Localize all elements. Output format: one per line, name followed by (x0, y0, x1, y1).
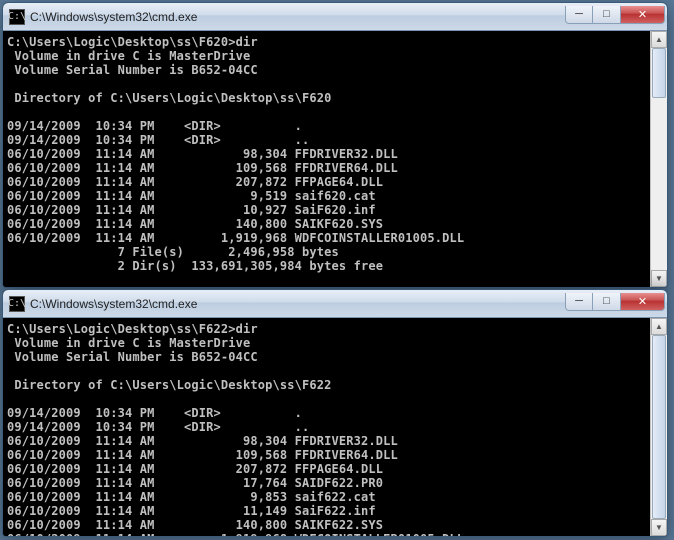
scroll-track[interactable] (651, 335, 667, 519)
cmd-window-2: C:\ C:\Windows\system32\cmd.exe ─ □ ✕ C:… (2, 289, 668, 537)
titlebar-1[interactable]: C:\ C:\Windows\system32\cmd.exe ─ □ ✕ (3, 3, 667, 31)
scroll-thumb[interactable] (652, 48, 666, 98)
close-button[interactable]: ✕ (621, 293, 665, 311)
scroll-down-icon[interactable]: ▼ (651, 270, 667, 287)
scroll-up-icon[interactable]: ▲ (651, 318, 667, 335)
window-controls-2: ─ □ ✕ (565, 297, 665, 311)
scrollbar-2[interactable]: ▲ ▼ (650, 318, 667, 536)
maximize-button[interactable]: □ (593, 6, 621, 24)
cmd-icon: C:\ (9, 9, 25, 25)
maximize-button[interactable]: □ (593, 293, 621, 311)
close-button[interactable]: ✕ (621, 6, 665, 24)
cmd-icon: C:\ (9, 296, 25, 312)
window-title-1: C:\Windows\system32\cmd.exe (30, 10, 565, 24)
titlebar-2[interactable]: C:\ C:\Windows\system32\cmd.exe ─ □ ✕ (3, 290, 667, 318)
console-output-1[interactable]: C:\Users\Logic\Desktop\ss\F620>dir Volum… (3, 31, 667, 287)
scroll-down-icon[interactable]: ▼ (651, 519, 667, 536)
scroll-track[interactable] (651, 48, 667, 270)
cmd-window-1: C:\ C:\Windows\system32\cmd.exe ─ □ ✕ C:… (2, 2, 668, 288)
console-output-2[interactable]: C:\Users\Logic\Desktop\ss\F622>dir Volum… (3, 318, 667, 536)
window-title-2: C:\Windows\system32\cmd.exe (30, 297, 565, 311)
minimize-button[interactable]: ─ (565, 6, 593, 24)
scroll-thumb[interactable] (652, 335, 666, 519)
scroll-up-icon[interactable]: ▲ (651, 31, 667, 48)
scrollbar-1[interactable]: ▲ ▼ (650, 31, 667, 287)
minimize-button[interactable]: ─ (565, 293, 593, 311)
window-controls-1: ─ □ ✕ (565, 10, 665, 24)
